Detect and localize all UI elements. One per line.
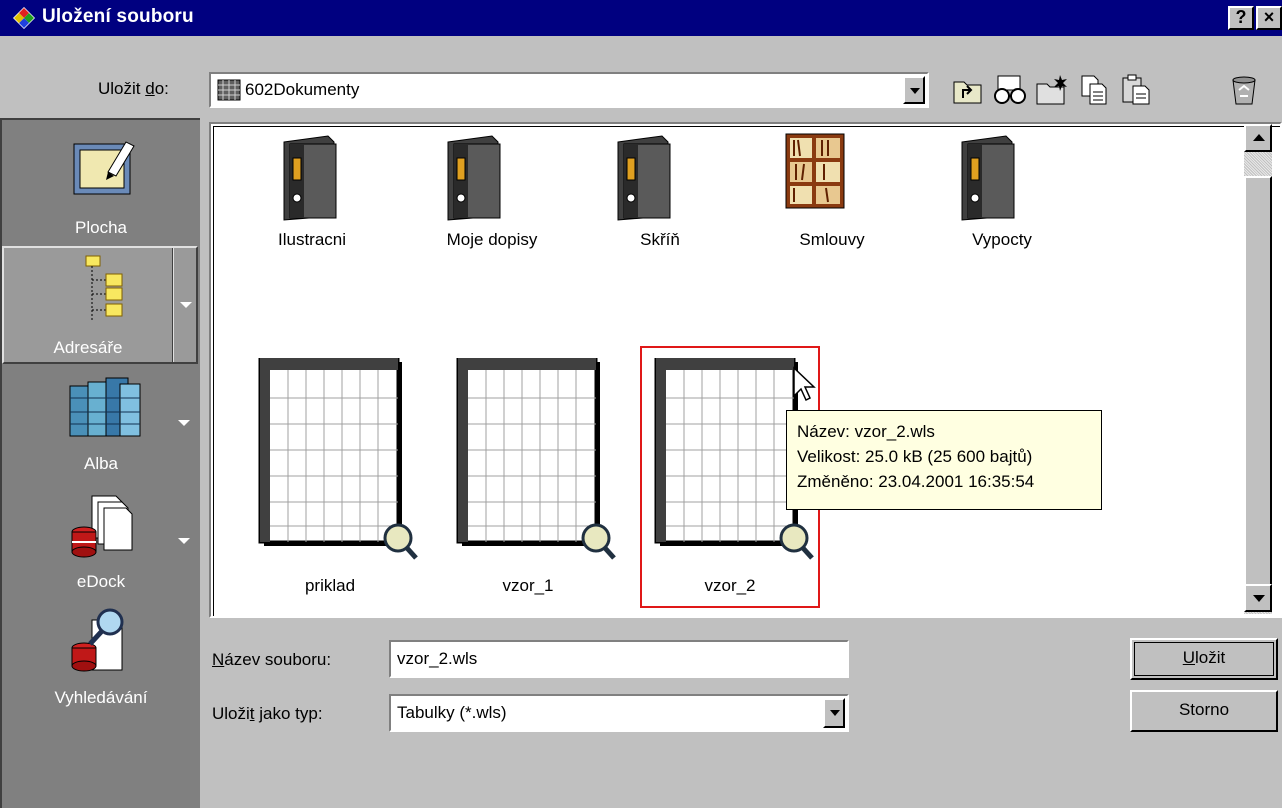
file-item-priklad[interactable]: priklad: [240, 358, 420, 600]
folder-item-ilustracni[interactable]: Ilustracni: [222, 130, 402, 260]
help-button[interactable]: ?: [1228, 6, 1254, 30]
save-in-label: Uložit do:: [98, 79, 169, 98]
file-label: vzor_1: [502, 576, 554, 595]
spreadsheet-icon: [258, 358, 418, 560]
up-folder-icon[interactable]: [950, 72, 986, 108]
paste-icon[interactable]: [1118, 72, 1154, 108]
view-glasses-icon[interactable]: [992, 72, 1028, 108]
place-folders-menu-arrow[interactable]: [180, 302, 192, 308]
save-in-dropdown[interactable]: 602Dokumenty: [209, 72, 929, 108]
place-edock-menu-arrow[interactable]: [178, 538, 190, 544]
desktop-icon: [73, 141, 135, 195]
file-info-tooltip: Název: vzor_2.wls Velikost: 25.0 kB (25 …: [786, 410, 1102, 510]
tooltip-size: Velikost: 25.0 kB (25 600 bajtů): [797, 447, 1033, 466]
save-in-dropdown-button[interactable]: [903, 76, 925, 104]
tooltip-name: Název: vzor_2.wls: [797, 422, 935, 441]
new-folder-icon[interactable]: [1034, 72, 1070, 108]
scroll-up-button[interactable]: [1244, 124, 1272, 152]
mouse-pointer-icon: [793, 366, 816, 402]
place-albums[interactable]: Alba: [2, 366, 198, 482]
cancel-button[interactable]: Storno: [1130, 690, 1278, 732]
place-desktop-label: Plocha: [75, 218, 127, 237]
scroll-thumb[interactable]: [1244, 176, 1272, 586]
place-edock[interactable]: eDock: [2, 484, 198, 600]
file-type-value: Tabulky (*.wls): [397, 703, 507, 722]
tooltip-modified: Změněno: 23.04.2001 16:35:54: [797, 472, 1035, 491]
save-in-value: 602Dokumenty: [245, 80, 360, 99]
bookcase-icon: [785, 133, 845, 209]
app-diamond-icon: [13, 7, 35, 29]
binder-icon: [617, 135, 671, 221]
search-icon: [71, 608, 124, 672]
spreadsheet-icon: [456, 358, 616, 560]
file-type-label: Uložit jako typ:: [212, 704, 323, 723]
file-item-vzor-1[interactable]: vzor_1: [438, 358, 618, 600]
scroll-down-button[interactable]: [1244, 584, 1272, 612]
place-desktop[interactable]: Plocha: [2, 126, 198, 246]
folder-item-moje-dopisy[interactable]: Moje dopisy: [402, 130, 582, 260]
folder-item-skrin[interactable]: Skříň: [570, 130, 750, 260]
binder-icon: [447, 135, 501, 221]
recycle-bin-icon[interactable]: [1226, 72, 1262, 108]
folder-label: Skříň: [640, 230, 680, 249]
place-edock-label: eDock: [76, 572, 126, 591]
folder-label: Vypocty: [972, 230, 1032, 249]
place-folders[interactable]: Adresáře: [2, 246, 198, 364]
filename-value: vzor_2.wls: [397, 649, 478, 668]
folder-label: Moje dopisy: [446, 230, 538, 249]
folder-grid-icon: [217, 79, 241, 101]
albums-icon: [69, 377, 141, 437]
places-bar: Plocha Adresáře Alba eDock Vyhledávání: [0, 118, 200, 808]
filename-label: Název souboru:: [212, 650, 332, 669]
close-button[interactable]: ×: [1256, 6, 1282, 30]
folder-label: Ilustracni: [277, 230, 347, 249]
file-label: vzor_2: [704, 576, 756, 595]
folder-label: Smlouvy: [799, 230, 865, 249]
folder-item-vypocty[interactable]: Vypocty: [912, 130, 1092, 260]
place-albums-menu-arrow[interactable]: [178, 420, 190, 426]
filename-input[interactable]: vzor_2.wls: [389, 640, 849, 678]
edock-icon: [71, 495, 133, 558]
window-title: Uložení souboru: [42, 6, 194, 27]
place-search[interactable]: Vyhledávání: [2, 602, 198, 718]
title-bar[interactable]: Uložení souboru ? ×: [0, 0, 1282, 36]
file-label: priklad: [304, 576, 356, 595]
file-type-dropdown-button[interactable]: [823, 698, 845, 728]
place-folders-label: Adresáře: [53, 338, 123, 357]
binder-icon: [961, 135, 1015, 221]
place-albums-label: Alba: [83, 454, 119, 473]
place-folders-separator: [172, 248, 174, 362]
file-type-dropdown[interactable]: Tabulky (*.wls): [389, 694, 849, 732]
folder-item-smlouvy[interactable]: Smlouvy: [742, 130, 922, 260]
binder-icon: [283, 135, 337, 221]
file-list-scrollbar[interactable]: [1244, 124, 1272, 614]
place-search-label: Vyhledávání: [54, 688, 148, 707]
save-button[interactable]: Uložit: [1130, 638, 1278, 680]
folder-tree-icon: [85, 255, 123, 320]
copy-icon[interactable]: [1076, 72, 1112, 108]
